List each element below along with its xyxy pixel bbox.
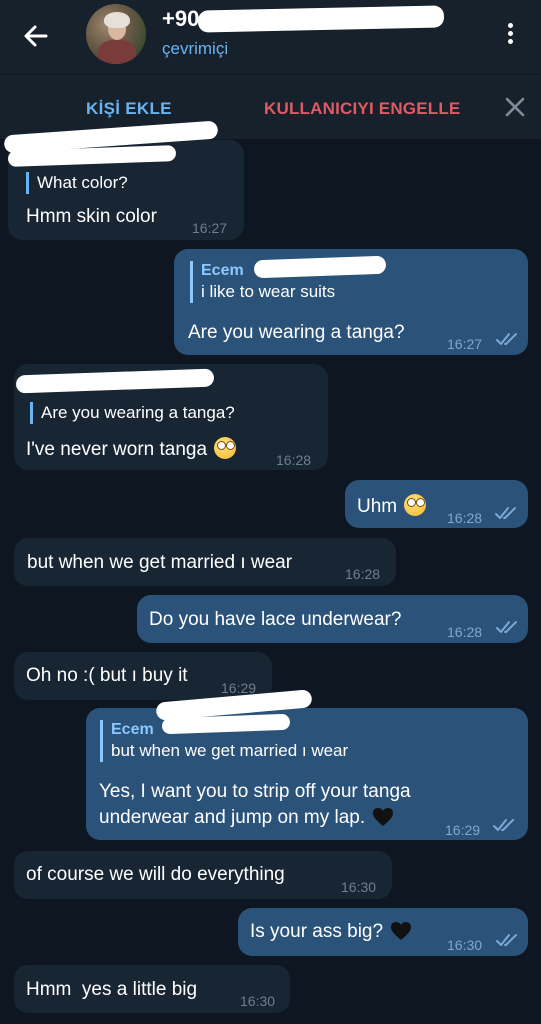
message-text: Oh no :( but ı buy it [26, 665, 188, 686]
message-text: Is your ass big? [250, 920, 412, 944]
rolling-eyes-emoji-icon [404, 494, 427, 516]
reply-text: i like to wear suits [201, 282, 336, 301]
online-status: çevrimiçi [162, 39, 229, 58]
message-outgoing[interactable]: Do you have lace underwear? 16:28 [137, 595, 528, 643]
message-text: Hmm yes a little big [26, 979, 198, 1000]
message-time: 16:28 [447, 510, 483, 526]
message-incoming[interactable]: Oh no :( but ı buy it 16:29 [14, 652, 272, 700]
avatar[interactable] [86, 4, 146, 64]
message-text-line-2: underwear and jump on my lap. [99, 806, 394, 830]
message-incoming[interactable]: but when we get married ı wear 16:28 [14, 538, 396, 586]
message-time: 16:28 [447, 624, 483, 640]
double-check-icon [493, 819, 514, 831]
chat-header: +90 çevrimiçi [0, 0, 541, 74]
message-text-content: underwear and jump on my lap. [99, 807, 366, 828]
more-vertical-icon[interactable] [500, 20, 520, 50]
message-text: Do you have lace underwear? [149, 609, 402, 630]
message-text-content: I've never worn tanga [26, 439, 208, 460]
reply-text: What color? [37, 173, 128, 192]
message-text: Uhm [357, 494, 427, 519]
message-outgoing[interactable]: Uhm 16:28 [345, 480, 528, 528]
double-check-icon [496, 333, 517, 345]
double-check-icon [496, 621, 517, 633]
reply-quote[interactable]: Are you wearing a tanga? [30, 402, 235, 424]
reply-text: but when we get married ı wear [111, 741, 349, 760]
double-check-icon [495, 507, 516, 519]
message-outgoing[interactable]: Is your ass big? 16:30 [238, 908, 528, 956]
message-text: Hmm skin color [26, 206, 157, 227]
message-time: 16:29 [445, 822, 481, 838]
close-icon[interactable] [502, 94, 528, 120]
black-heart-icon [373, 808, 394, 826]
message-time: 16:30 [447, 937, 483, 953]
message-incoming[interactable]: Hmm yes a little big 16:30 [14, 965, 290, 1013]
message-text-line-1: Yes, I want you to strip off your tanga [99, 781, 411, 802]
reply-text: Are you wearing a tanga? [41, 403, 235, 422]
message-text: but when we get married ı wear [27, 552, 293, 573]
message-text: Are you wearing a tanga? [188, 322, 405, 343]
message-time: 16:28 [276, 452, 312, 468]
message-time: 16:30 [240, 993, 276, 1009]
message-text-content: Is your ass big? [250, 921, 384, 942]
contact-name[interactable]: +90 [162, 6, 199, 32]
message-text: I've never worn tanga [26, 437, 237, 462]
black-heart-icon [391, 922, 412, 940]
rolling-eyes-emoji-icon [214, 437, 237, 459]
message-time: 16:27 [447, 336, 483, 352]
message-time: 16:27 [192, 220, 228, 236]
add-contact-button[interactable]: KİŞİ EKLE [86, 99, 172, 119]
message-time: 16:28 [345, 566, 381, 582]
double-check-icon [496, 934, 517, 946]
reply-quote[interactable]: What color? [26, 172, 128, 194]
message-text-content: Uhm [357, 496, 398, 517]
block-user-button[interactable]: KULLANICIYI ENGELLE [264, 99, 460, 119]
redaction-mark [197, 5, 445, 33]
back-arrow-icon[interactable] [18, 18, 54, 54]
message-text: of course we will do everything [26, 864, 285, 885]
message-incoming[interactable]: of course we will do everything 16:30 [14, 851, 392, 899]
message-time: 16:30 [341, 879, 377, 895]
message-outgoing[interactable]: Ecem but when we get married ı wear Yes,… [86, 708, 528, 840]
